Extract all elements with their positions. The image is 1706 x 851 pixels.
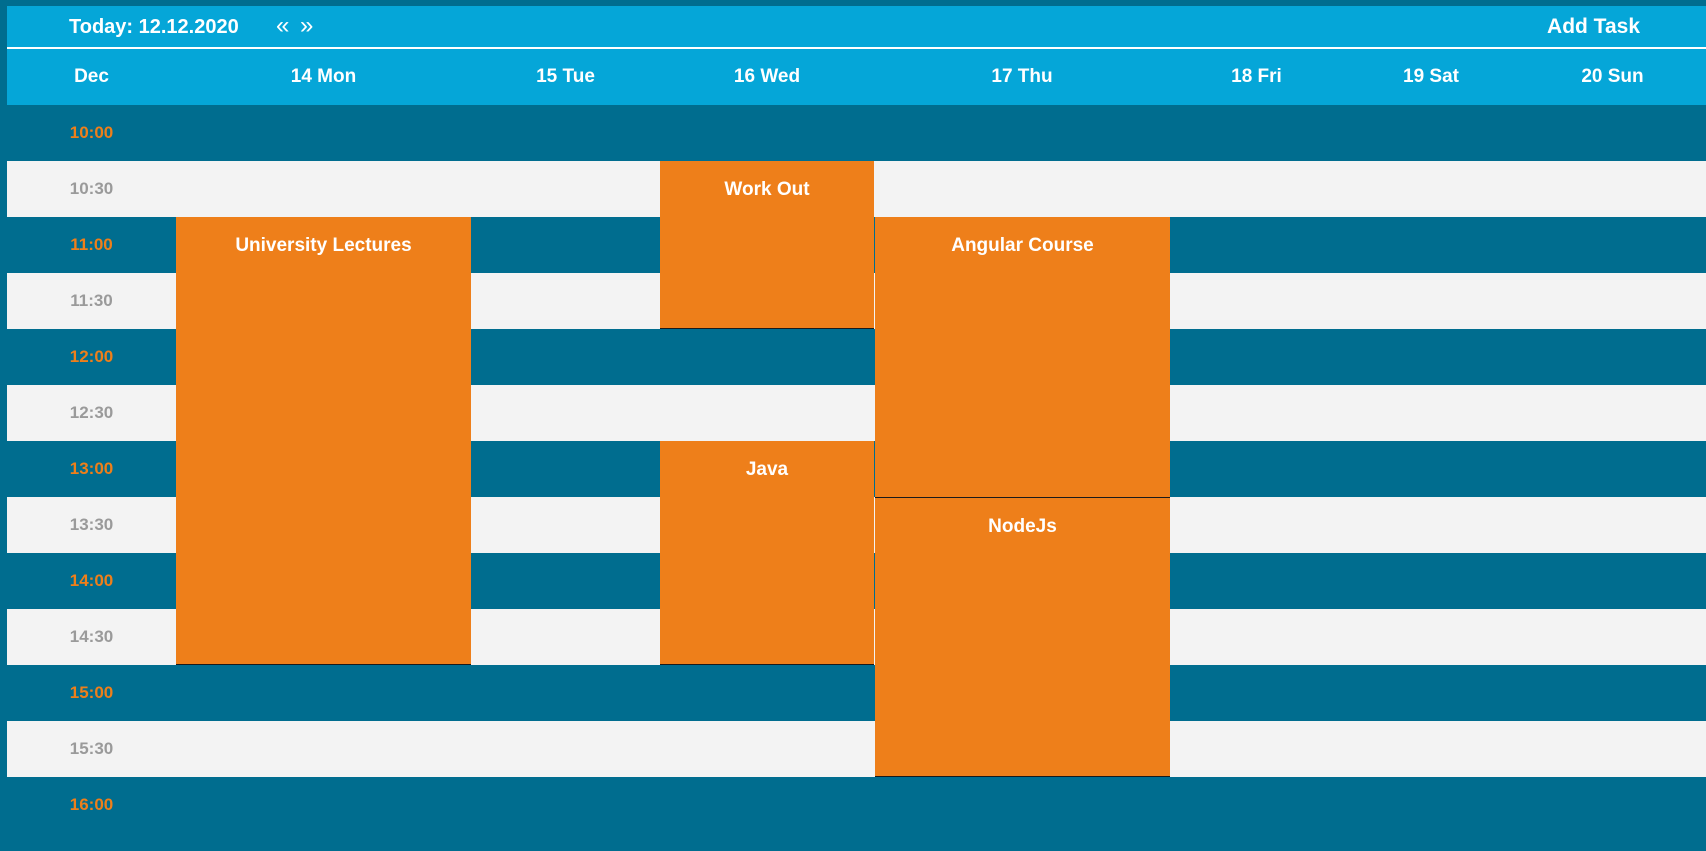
event-java[interactable]: Java	[660, 441, 874, 665]
today-label: Today: 12.12.2020	[69, 16, 239, 38]
time-label: 14:00	[69, 571, 114, 590]
time-label: 13:00	[69, 459, 114, 478]
day-header-sat: 19 Sat	[1403, 66, 1459, 87]
event-nodejs[interactable]: NodeJs	[875, 498, 1170, 777]
time-slot[interactable]: 10:00	[7, 105, 1706, 161]
month-header: Dec	[74, 66, 109, 87]
event-title: University Lectures	[235, 235, 412, 256]
day-header-fri: 18 Fri	[1231, 66, 1282, 87]
time-label: 14:30	[69, 627, 114, 646]
next-week-icon[interactable]: »	[300, 13, 313, 39]
time-label: 16:00	[69, 795, 114, 814]
event-title: Java	[745, 459, 789, 480]
calendar-app: Today: 12.12.2020 « » Add Task Dec 14 Mo…	[7, 6, 1706, 851]
day-header-wed: 16 Wed	[733, 66, 801, 87]
time-label: 12:00	[69, 347, 114, 366]
event-title: NodeJs	[988, 516, 1057, 537]
time-label: 15:00	[69, 683, 114, 702]
time-label: 10:30	[69, 179, 114, 198]
day-header-row: Dec 14 Mon 15 Tue 16 Wed 17 Thu 18 Fri 1…	[7, 49, 1706, 105]
time-label: 10:00	[69, 123, 114, 142]
top-bar: Today: 12.12.2020 « » Add Task	[7, 6, 1706, 49]
day-header-thu: 17 Thu	[991, 66, 1053, 87]
time-label: 13:30	[69, 515, 114, 534]
add-task-button[interactable]: Add Task	[1547, 15, 1640, 39]
event-work-out[interactable]: Work Out	[660, 161, 874, 329]
day-header-mon: 14 Mon	[290, 66, 357, 87]
day-header-tue: 15 Tue	[536, 66, 595, 87]
event-angular-course[interactable]: Angular Course	[875, 217, 1170, 498]
time-label: 11:00	[70, 235, 113, 254]
day-header-sun: 20 Sun	[1581, 66, 1644, 87]
time-label: 12:30	[69, 403, 114, 422]
time-slot[interactable]: 15:00	[7, 665, 1706, 721]
time-label: 11:30	[70, 291, 113, 310]
time-grid: 10:00 10:30 11:00 11:30 12:00 12:30 13:0…	[7, 105, 1706, 851]
previous-week-icon[interactable]: «	[276, 13, 289, 39]
event-title: Angular Course	[951, 235, 1094, 256]
time-slot[interactable]: 16:00	[7, 777, 1706, 833]
event-title: Work Out	[724, 179, 810, 200]
time-label: 15:30	[69, 739, 114, 758]
event-university-lectures[interactable]: University Lectures	[176, 217, 471, 665]
time-slot[interactable]: 15:30	[7, 721, 1706, 777]
